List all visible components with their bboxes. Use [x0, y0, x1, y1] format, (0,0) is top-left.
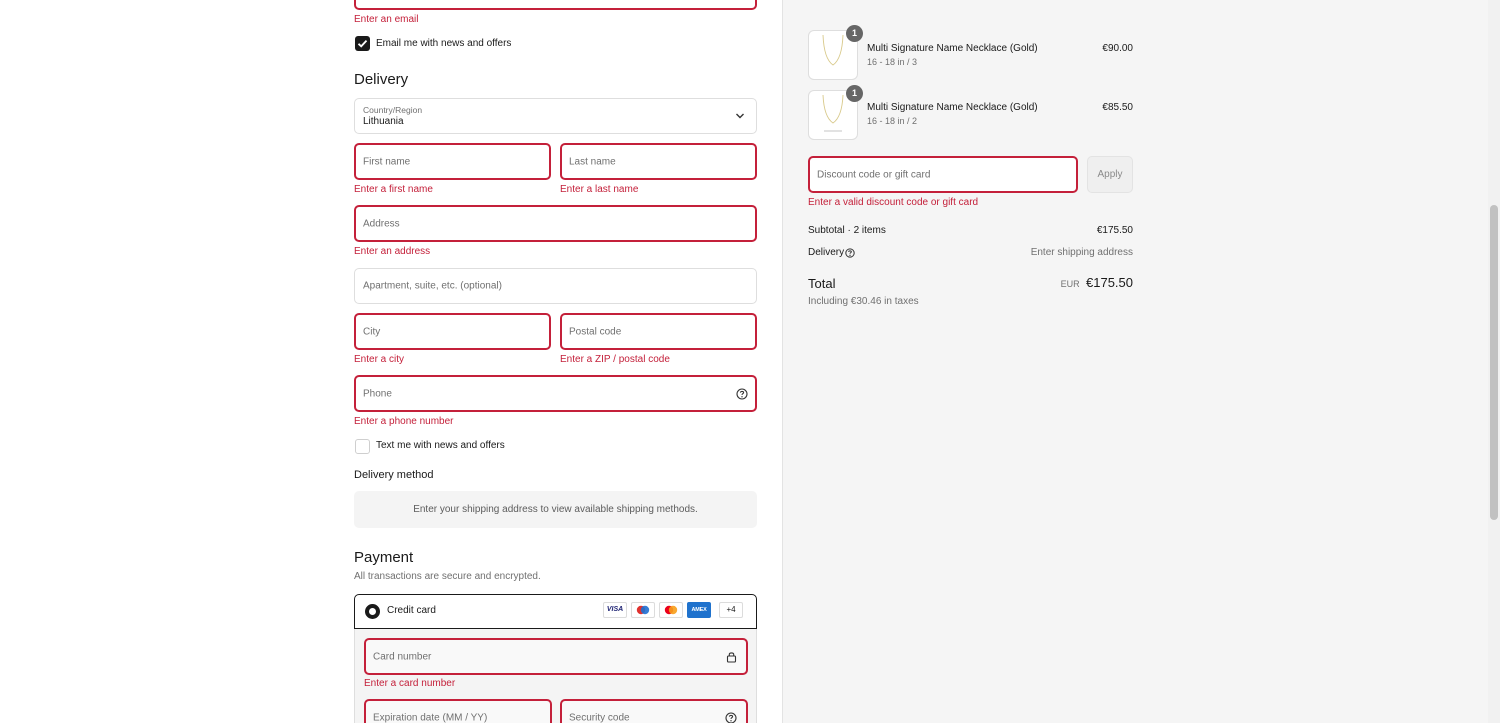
currency-code: EUR	[1060, 279, 1080, 289]
country-value: Lithuania	[363, 116, 404, 127]
page-scrollbar[interactable]	[1488, 0, 1500, 723]
last-name-placeholder: Last name	[569, 156, 616, 167]
country-select[interactable]: Country/Region Lithuania	[354, 98, 757, 134]
item-name: Multi Signature Name Necklace (Gold)	[867, 43, 1038, 54]
phone-error: Enter a phone number	[354, 416, 454, 427]
help-circle-icon[interactable]	[725, 712, 737, 723]
item-price: €90.00	[1102, 43, 1133, 54]
city-placeholder: City	[363, 326, 381, 337]
help-circle-icon[interactable]	[845, 248, 855, 258]
quantity-badge: 1	[846, 85, 863, 102]
total-label: Total	[808, 276, 836, 291]
email-error: Enter an email	[354, 14, 419, 25]
visa-text: VISA	[606, 606, 624, 613]
delivery-heading: Delivery	[354, 71, 409, 88]
address-input[interactable]: Address	[354, 205, 757, 242]
apply-button[interactable]: Apply	[1087, 156, 1133, 193]
card-number-error: Enter a card number	[364, 678, 456, 689]
postal-code-input[interactable]: Postal code	[560, 313, 757, 350]
order-summary: 1 Multi Signature Name Necklace (Gold) 1…	[783, 0, 1488, 723]
credit-card-radio[interactable]	[365, 604, 380, 619]
sms-label: Text me with news and offers	[376, 440, 505, 451]
tax-note: Including €30.46 in taxes	[808, 296, 919, 307]
card-number-input[interactable]: Card number	[364, 638, 748, 675]
discount-placeholder: Discount code or gift card	[817, 169, 931, 180]
country-label: Country/Region	[363, 105, 423, 115]
amex-icon: AMEX	[687, 602, 711, 618]
subtotal-label: Subtotal · 2 items	[808, 225, 886, 236]
checkout-form: Enter an email Email me with news and of…	[0, 0, 782, 723]
email-field[interactable]	[354, 0, 757, 10]
city-error: Enter a city	[354, 354, 405, 365]
item-price: €85.50	[1102, 102, 1133, 113]
phone-placeholder: Phone	[363, 388, 392, 399]
amex-text: AMEX	[691, 607, 707, 613]
more-brands-text: +4	[726, 605, 736, 614]
address-placeholder: Address	[363, 218, 400, 229]
postal-code-placeholder: Postal code	[569, 326, 622, 337]
chevron-down-icon	[736, 113, 744, 119]
newsletter-label: Email me with news and offers	[376, 38, 512, 49]
credit-card-label: Credit card	[387, 605, 436, 616]
expiration-placeholder: Expiration date (MM / YY)	[373, 712, 488, 723]
apply-button-label: Apply	[1097, 169, 1123, 180]
card-number-placeholder: Card number	[373, 651, 432, 662]
phone-input[interactable]: Phone	[354, 375, 757, 412]
first-name-input[interactable]: First name	[354, 143, 551, 180]
item-name: Multi Signature Name Necklace (Gold)	[867, 102, 1038, 113]
payment-heading: Payment	[354, 549, 414, 566]
delivery-method-heading: Delivery method	[354, 469, 434, 481]
last-name-error: Enter a last name	[560, 184, 639, 195]
apartment-placeholder: Apartment, suite, etc. (optional)	[363, 280, 502, 292]
last-name-input[interactable]: Last name	[560, 143, 757, 180]
city-input[interactable]: City	[354, 313, 551, 350]
total-amount: EUR €175.50	[1061, 275, 1133, 290]
first-name-placeholder: First name	[363, 156, 411, 167]
quantity-badge: 1	[846, 25, 863, 42]
checkmark-icon	[357, 39, 368, 48]
discount-input[interactable]: Discount code or gift card	[808, 156, 1078, 193]
delivery-method-notice: Enter your shipping address to view avai…	[354, 491, 757, 528]
total-value: €175.50	[1086, 275, 1133, 290]
first-name-error: Enter a first name	[354, 184, 433, 195]
more-brands-badge: +4	[719, 602, 743, 618]
apartment-input[interactable]: Apartment, suite, etc. (optional)	[354, 268, 757, 304]
address-error: Enter an address	[354, 246, 431, 257]
expiration-input[interactable]: Expiration date (MM / YY)	[364, 699, 552, 723]
delivery-label: Delivery	[808, 247, 845, 258]
sms-checkbox[interactable]	[355, 439, 370, 454]
maestro-icon	[631, 602, 655, 618]
item-variant: 16 - 18 in / 2	[867, 116, 918, 126]
postal-code-error: Enter a ZIP / postal code	[560, 354, 670, 365]
subtotal-value: €175.50	[1096, 225, 1133, 236]
payment-subtitle: All transactions are secure and encrypte…	[354, 571, 541, 582]
discount-error: Enter a valid discount code or gift card	[808, 197, 979, 208]
scrollbar-thumb[interactable]	[1490, 205, 1498, 520]
newsletter-checkbox[interactable]	[355, 36, 370, 51]
security-code-input[interactable]: Security code	[560, 699, 748, 723]
mastercard-icon	[659, 602, 683, 618]
lock-icon	[726, 652, 737, 663]
help-circle-icon[interactable]	[736, 388, 748, 400]
delivery-method-notice-text: Enter your shipping address to view avai…	[413, 504, 698, 515]
item-variant: 16 - 18 in / 3	[867, 57, 918, 67]
visa-icon: VISA	[603, 602, 627, 618]
delivery-value: Enter shipping address	[1030, 247, 1133, 258]
security-code-placeholder: Security code	[569, 712, 630, 723]
